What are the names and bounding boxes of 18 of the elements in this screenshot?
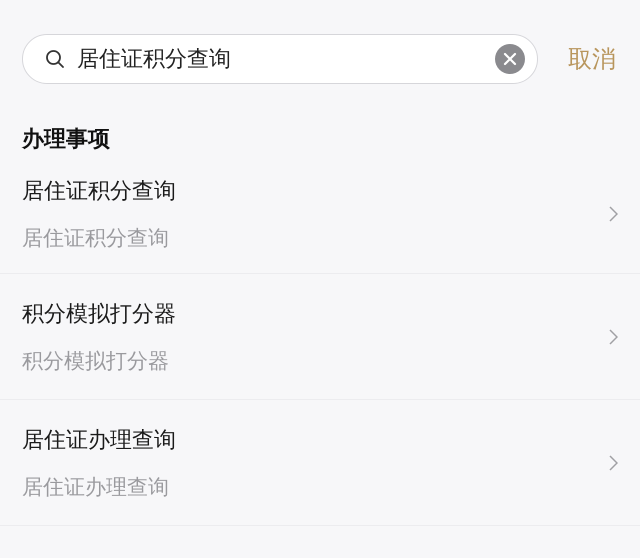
search-field[interactable]: 居住证积分查询 [22,34,538,84]
list-item[interactable]: 居住证积分查询 居住证积分查询 [0,154,640,274]
search-query: 居住证积分查询 [77,46,232,74]
close-icon [503,52,517,66]
item-subtitle: 居住证积分查询 [22,224,170,252]
chevron-right-icon [609,454,618,470]
item-title: 居住证办理查询 [22,426,176,454]
item-subtitle: 居住证办理查询 [22,474,170,500]
item-title: 居住证积分查询 [22,178,176,206]
chevron-right-icon [609,328,618,344]
list-item[interactable]: 积分模拟打分器 积分模拟打分器 [0,274,640,400]
section-title: 办理事项 [22,126,111,154]
list-item[interactable]: 居住证办理查询 居住证办理查询 [0,400,640,526]
item-title: 积分模拟打分器 [22,300,176,328]
clear-button[interactable] [495,44,525,74]
search-icon [45,49,65,69]
chevron-right-icon [609,206,618,222]
item-subtitle: 积分模拟打分器 [22,348,170,374]
